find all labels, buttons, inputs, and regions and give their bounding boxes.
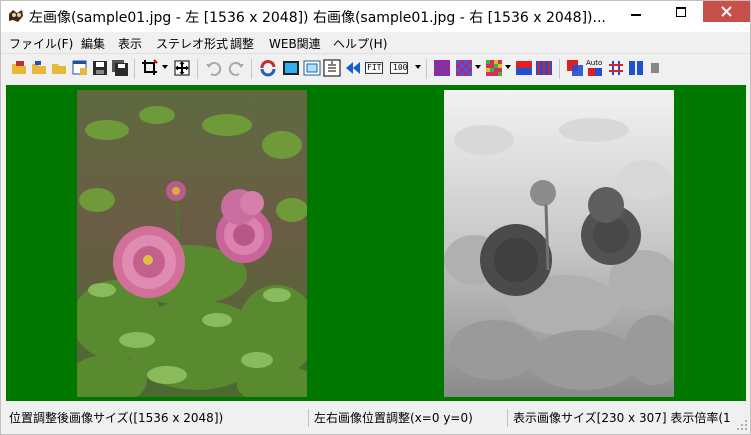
menu-web[interactable]: WEB関連	[269, 35, 321, 52]
undo-icon	[206, 61, 222, 76]
open-left-button[interactable]	[31, 59, 49, 77]
more-icon	[651, 63, 659, 73]
resize-grip-icon[interactable]	[736, 419, 748, 431]
arrows-icon	[346, 62, 360, 74]
view-center-button[interactable]	[323, 59, 341, 77]
grid-icon	[609, 61, 623, 75]
undo-button[interactable]	[205, 59, 223, 77]
right-image	[444, 90, 674, 397]
swap-icon	[260, 60, 276, 77]
crop-button[interactable]	[141, 59, 159, 77]
open-right-button[interactable]	[51, 59, 69, 77]
split-horizontal-button[interactable]	[515, 59, 533, 77]
toolbar-separator	[426, 59, 427, 79]
interlace-button[interactable]	[433, 59, 451, 77]
toolbar-separator	[197, 59, 198, 79]
interlace-icon	[434, 60, 450, 76]
toolbar-separator	[134, 59, 135, 79]
app-window: 左画像(sample01.jpg - 左 [1536 x 2048]) 右画像(…	[0, 0, 751, 435]
view-single-button[interactable]	[282, 59, 300, 77]
move-button[interactable]	[173, 59, 191, 77]
left-image	[77, 90, 307, 397]
move-icon	[174, 60, 190, 76]
anaglyph-icon	[567, 60, 583, 76]
fit-label: FIT	[367, 63, 382, 72]
redo-icon	[228, 61, 244, 76]
menu-edit[interactable]: 編集	[81, 35, 105, 52]
app-icon	[7, 7, 25, 25]
open-folder-icon	[12, 61, 26, 74]
menu-view[interactable]: 表示	[118, 35, 142, 52]
swap-lr-button[interactable]	[259, 59, 277, 77]
center-icon	[323, 59, 341, 77]
save-all-button[interactable]	[111, 59, 129, 77]
save-button[interactable]	[91, 59, 109, 77]
grid-button[interactable]	[607, 59, 625, 77]
side-by-side-button[interactable]	[627, 59, 645, 77]
minimize-icon	[630, 13, 641, 16]
auto-label: Auto	[586, 59, 603, 67]
fit-button[interactable]: FIT	[365, 59, 387, 77]
mosaic-dropdown-arrow[interactable]	[505, 65, 511, 69]
split-icon	[516, 61, 532, 75]
maximize-icon	[675, 6, 686, 17]
menu-help[interactable]: ヘルプ(H)	[333, 35, 387, 52]
status-bar: 位置調整後画像サイズ([1536 x 2048]) 左右画像位置調整(x=0 y…	[1, 405, 750, 434]
status-position: 左右画像位置調整(x=0 y=0)	[311, 409, 508, 427]
status-display-size: 表示画像サイズ[230 x 307] 表示倍率(1	[513, 411, 730, 425]
crop-icon	[142, 59, 158, 75]
open-folder-icon	[32, 61, 46, 74]
toolbar-separator	[251, 59, 252, 79]
menu-adjust[interactable]: 調整	[230, 35, 254, 52]
status-adjusted-size: 位置調整後画像サイズ([1536 x 2048])	[6, 409, 309, 427]
title-bar[interactable]: 左画像(sample01.jpg - 左 [1536 x 2048]) 右画像(…	[1, 1, 750, 32]
mosaic-icon	[486, 60, 502, 76]
open-stereo-button[interactable]	[11, 59, 29, 77]
checker-icon	[456, 60, 472, 76]
close-icon	[721, 6, 732, 17]
split-vertical-button[interactable]	[535, 59, 553, 77]
side-by-side-icon	[629, 61, 643, 75]
anaglyph-button[interactable]	[566, 59, 584, 77]
maximize-button[interactable]	[658, 1, 703, 22]
checker-dropdown-arrow[interactable]	[475, 65, 481, 69]
menu-stereo-format[interactable]: ステレオ形式	[156, 35, 228, 52]
image-view-area[interactable]	[6, 85, 746, 401]
toolbar: FIT 100 Auto	[1, 53, 750, 84]
window-title: 左画像(sample01.jpg - 左 [1536 x 2048]) 右画像(…	[29, 10, 606, 26]
open-window-button[interactable]	[71, 59, 89, 77]
open-folder-icon	[52, 64, 66, 74]
mosaic-button[interactable]	[485, 59, 503, 77]
menu-bar: ファイル(F) 編集 表示 ステレオ形式 調整 WEB関連 ヘルプ(H)	[1, 32, 750, 52]
auto-adjust-button[interactable]: Auto	[586, 59, 604, 77]
zoom-dropdown-arrow[interactable]	[415, 65, 421, 69]
toolbar-separator	[559, 59, 560, 79]
save-icon	[93, 61, 107, 75]
window-icon	[72, 60, 87, 75]
zoom-100-label: 100	[393, 63, 408, 72]
redo-button[interactable]	[227, 59, 245, 77]
save-icon	[112, 60, 128, 76]
frame-icon	[303, 60, 321, 76]
checker-button[interactable]	[455, 59, 473, 77]
menu-file[interactable]: ファイル(F)	[9, 35, 73, 52]
frame-icon	[283, 61, 299, 75]
close-button[interactable]	[703, 1, 750, 22]
more-button[interactable]	[647, 59, 665, 77]
view-frame-button[interactable]	[303, 59, 321, 77]
align-button[interactable]	[344, 59, 362, 77]
zoom-100-button[interactable]: 100	[390, 59, 412, 77]
columns-icon	[536, 61, 552, 75]
crop-dropdown-arrow[interactable]	[162, 65, 168, 69]
minimize-button[interactable]	[613, 1, 658, 22]
